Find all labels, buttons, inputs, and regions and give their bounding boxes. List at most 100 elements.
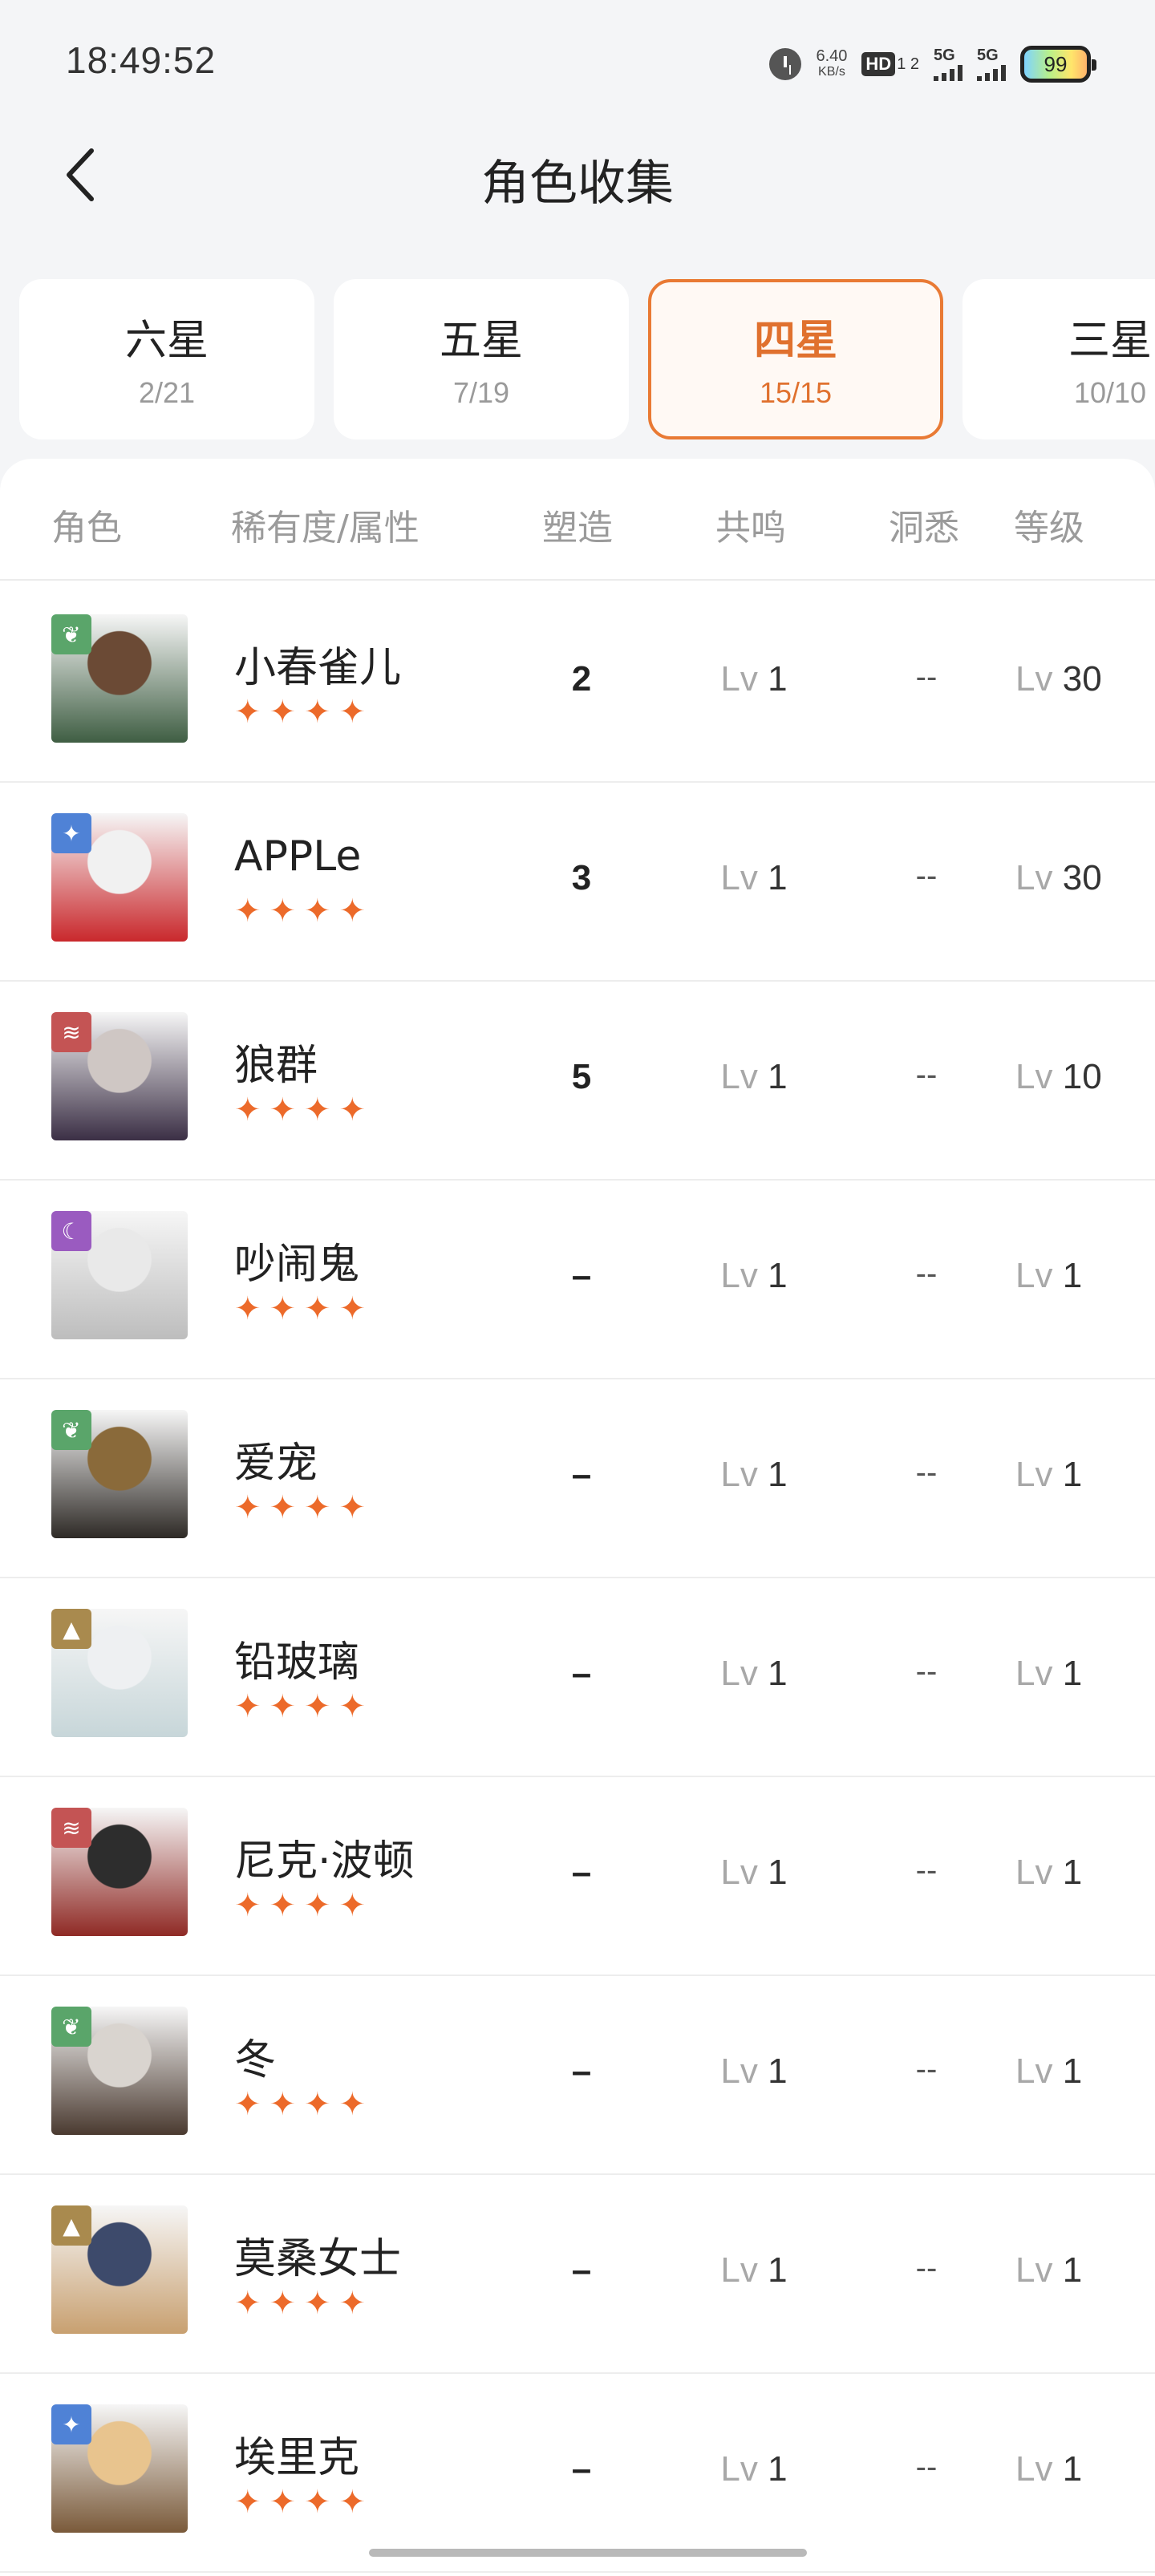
page-title: 角色收集 — [481, 156, 674, 212]
rarity-stars: ✦ ✦ ✦ ✦ — [234, 2486, 366, 2518]
level-prefix: Lv — [720, 1654, 758, 1693]
resonance-value: Lv 1 — [706, 2250, 802, 2290]
column-level: 等级 — [1014, 508, 1084, 549]
star-icon: ✦ — [269, 694, 297, 731]
resonance-number: 1 — [768, 2449, 788, 2489]
leaf-icon: ❦ — [51, 614, 91, 654]
star-icon: ✦ — [269, 1688, 297, 1725]
table-row[interactable]: ❦ 冬 ✦ ✦ ✦ ✦ – Lv 1 -- Lv 1 — [0, 1971, 1155, 2175]
tab-five-star[interactable]: 五星 7/19 — [334, 279, 629, 439]
star-icon: ✦ — [304, 2484, 331, 2521]
star-icon: ✦ — [234, 2285, 261, 2322]
level-number: 1 — [1062, 1256, 1083, 1295]
level-number: 1 — [1062, 1853, 1083, 1892]
shape-value: – — [571, 1654, 592, 1693]
tab-three-star[interactable]: 三星 10/10 — [962, 279, 1155, 439]
level-prefix: Lv — [720, 1455, 758, 1494]
table-row[interactable]: ☾ 吵闹鬼 ✦ ✦ ✦ ✦ – Lv 1 -- Lv 1 — [0, 1176, 1155, 1379]
star-icon: ✦ — [234, 1290, 261, 1327]
star-icon: ✦ — [234, 893, 261, 930]
table-row[interactable]: ✦ APPLe ✦ ✦ ✦ ✦ 3 Lv 1 -- Lv 30 — [0, 778, 1155, 982]
rarity-tabs: 六星 2/21 五星 7/19 四星 15/15 三星 10/10 — [19, 279, 1155, 439]
home-indicator[interactable] — [369, 2549, 807, 2557]
level-number: 10 — [1062, 1057, 1102, 1096]
tab-six-star[interactable]: 六星 2/21 — [19, 279, 314, 439]
insight-value: -- — [915, 2250, 938, 2286]
star-icon: ✦ — [234, 1887, 261, 1924]
shape-value: – — [571, 2250, 592, 2290]
tab-label: 三星 — [1068, 317, 1152, 365]
level-prefix: Lv — [720, 858, 758, 897]
level-prefix: Lv — [1015, 2051, 1053, 2091]
level-value: Lv 1 — [1015, 1455, 1082, 1495]
column-rarity: 稀有度/属性 — [231, 508, 419, 549]
star-icon: ✦ — [338, 1887, 367, 1924]
insight-value: -- — [915, 1057, 938, 1092]
resonance-value: Lv 1 — [706, 1455, 802, 1495]
insight-value: -- — [915, 1256, 938, 1291]
level-number: 1 — [1062, 2051, 1083, 2091]
tab-label: 六星 — [124, 317, 209, 365]
tab-count: 7/19 — [452, 376, 510, 409]
level-number: 1 — [1062, 1455, 1083, 1494]
claw-icon: ≋ — [51, 1012, 91, 1052]
level-prefix: Lv — [1015, 659, 1053, 699]
insight-value: -- — [915, 1853, 938, 1888]
star-icon: ✦ — [234, 1489, 261, 1526]
star-icon: ✦ — [304, 2285, 331, 2322]
rarity-stars: ✦ ✦ ✦ ✦ — [234, 1492, 366, 1524]
character-table: 角色 稀有度/属性 塑造 共鸣 洞悉 等级 ❦ 小春雀儿 ✦ ✦ ✦ ✦ 2 Lv 1 -- Lv… — [0, 459, 1155, 2576]
resonance-value: Lv 1 — [706, 1057, 802, 1097]
star-icon: ✦ — [269, 2285, 297, 2322]
status-time: 18:49:52 — [66, 39, 217, 81]
status-bar: 18:49:52 6.40 KB/s HD 1 2 5G 5G 99 — [0, 0, 1155, 120]
star-icon: ✦ — [269, 1489, 297, 1526]
level-prefix: Lv — [720, 1853, 758, 1892]
resonance-number: 1 — [768, 1256, 788, 1295]
insight-value: -- — [915, 858, 938, 893]
character-name: 吵闹鬼 — [234, 1241, 360, 1289]
table-row[interactable]: ≋ 狼群 ✦ ✦ ✦ ✦ 5 Lv 1 -- Lv 10 — [0, 977, 1155, 1181]
hd-voice-sub: 1 2 — [897, 55, 919, 73]
level-number: 1 — [1062, 2250, 1083, 2290]
star-icon: ✦ — [338, 1290, 367, 1327]
network-speed-unit: KB/s — [818, 65, 845, 79]
column-shape: 塑造 — [542, 508, 613, 549]
star-icon: ✦ — [269, 2086, 297, 2123]
table-row[interactable]: ▲ 铅玻璃 ✦ ✦ ✦ ✦ – Lv 1 -- Lv 1 — [0, 1574, 1155, 1777]
rarity-stars: ✦ ✦ ✦ ✦ — [234, 1293, 366, 1325]
insight-value: -- — [915, 2051, 938, 2087]
star-icon: ✦ — [304, 1688, 331, 1725]
level-number: 30 — [1062, 659, 1102, 699]
rarity-stars: ✦ ✦ ✦ ✦ — [234, 2088, 366, 2120]
star-icon: ✦ — [338, 694, 367, 731]
star-icon: ✦ — [51, 2404, 91, 2444]
mountain-icon: ▲ — [51, 2205, 91, 2246]
star-icon: ✦ — [338, 2086, 367, 2123]
level-prefix: Lv — [720, 659, 758, 699]
tab-four-star[interactable]: 四星 15/15 — [648, 279, 943, 439]
table-row[interactable]: ❦ 爱宠 ✦ ✦ ✦ ✦ – Lv 1 -- Lv 1 — [0, 1375, 1155, 1578]
table-row[interactable]: ▲ 莫桑女士 ✦ ✦ ✦ ✦ – Lv 1 -- Lv 1 — [0, 2170, 1155, 2374]
level-prefix: Lv — [1015, 1256, 1053, 1295]
table-row[interactable]: ✦ 埃里克 ✦ ✦ ✦ ✦ – Lv 1 -- Lv 1 — [0, 2369, 1155, 2573]
column-resonance: 共鸣 — [715, 508, 786, 549]
level-value: Lv 10 — [1015, 1057, 1102, 1097]
level-value: Lv 1 — [1015, 2250, 1082, 2290]
network-speed: 6.40 KB/s — [816, 48, 847, 80]
resonance-value: Lv 1 — [706, 659, 802, 699]
shape-value: – — [571, 1853, 592, 1892]
resonance-number: 1 — [768, 1654, 788, 1693]
table-row[interactable]: ❦ 小春雀儿 ✦ ✦ ✦ ✦ 2 Lv 1 -- Lv 30 — [0, 579, 1155, 783]
insight-value: -- — [915, 1654, 938, 1689]
star-icon: ✦ — [304, 694, 331, 731]
resonance-number: 1 — [768, 1853, 788, 1892]
resonance-number: 1 — [768, 1455, 788, 1494]
star-icon: ✦ — [234, 2484, 261, 2521]
network-speed-value: 6.40 — [816, 47, 848, 65]
resonance-value: Lv 1 — [706, 1853, 802, 1893]
level-prefix: Lv — [720, 2250, 758, 2290]
table-row[interactable]: ≋ 尼克·波顿 ✦ ✦ ✦ ✦ – Lv 1 -- Lv 1 — [0, 1772, 1155, 1976]
character-name: 莫桑女士 — [234, 2235, 402, 2283]
star-icon: ✦ — [234, 694, 261, 731]
